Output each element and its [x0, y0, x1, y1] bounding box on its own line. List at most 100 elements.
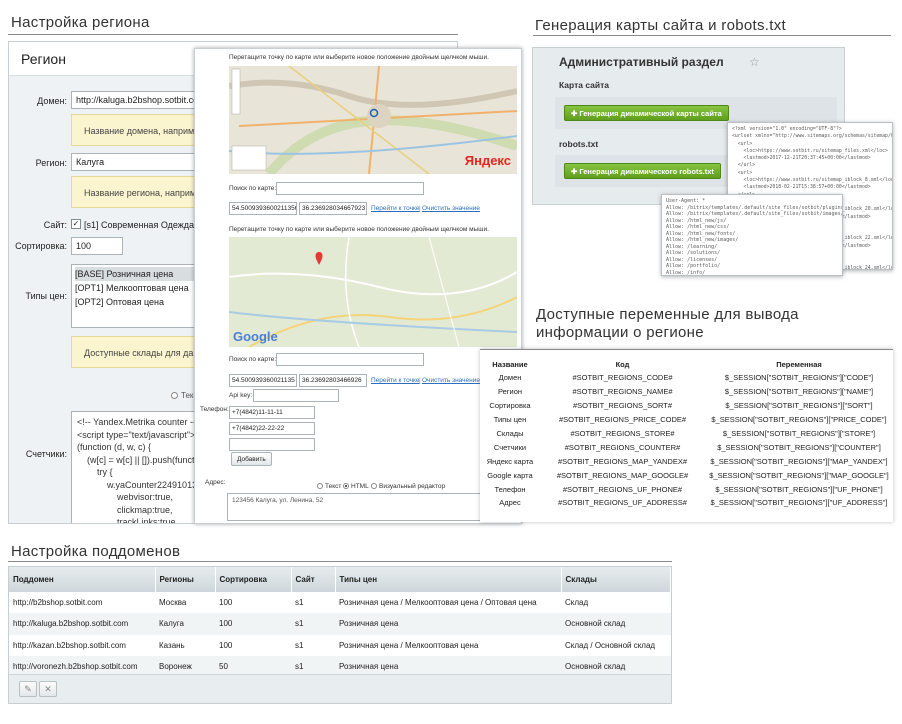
goto-point-link-1[interactable]: Перейти к точке: [371, 205, 420, 212]
cell: 100: [219, 598, 233, 608]
mode-visual-radio[interactable]: [371, 483, 377, 489]
variables-title-line1: Доступные переменные для вывода: [536, 306, 799, 323]
map-search-input-1[interactable]: [276, 182, 424, 195]
sitemap-title: Генерация карты сайта и robots.txt: [535, 17, 786, 34]
latitude-input-2[interactable]: 54.500939360021135: [229, 374, 297, 387]
latitude-input-1[interactable]: 54.5009393600211356: [229, 202, 297, 215]
table-row: Адрес #SOTBIT_REGIONS_UF_ADDRESS# $_SESSIO…: [480, 496, 893, 510]
cell: $_SESSION["SOTBIT_REGIONS"]["CODE"]: [724, 373, 874, 383]
table-row: Google карта #SOTBIT_REGIONS_MAP_GOOGLE# $…: [480, 468, 893, 482]
pencil-icon[interactable]: ✎: [19, 681, 37, 697]
counters-label: Счетчики:: [25, 449, 67, 459]
cell: #SOTBIT_REGIONS_NAME#: [572, 387, 673, 397]
cell: Сортировка: [489, 401, 531, 411]
map-settings-panel: Перетащите точку по карте или выберите н…: [194, 48, 522, 524]
phone-input-1[interactable]: +7(4842)11-11-11: [229, 406, 315, 419]
yandex-logo-text: Яндекс: [464, 153, 511, 168]
longitude-input-2[interactable]: 36.23692803466926: [299, 374, 367, 387]
map-search-input-2[interactable]: [276, 353, 424, 366]
cell: Розничная цена: [335, 613, 561, 635]
admin-section-title: Административный раздел: [559, 55, 724, 69]
cell: Склады: [496, 429, 524, 438]
table-row: Регион #SOTBIT_REGIONS_NAME# $_SESSION["SO…: [480, 385, 893, 399]
map-search-label-1: Поиск по карте:: [229, 185, 277, 192]
divider: [533, 35, 891, 36]
sort-label: Сортировка:: [15, 241, 67, 251]
table-row: Сортировка #SOTBIT_REGIONS_SORT# $_SESSION…: [480, 399, 893, 413]
generate-robots-button[interactable]: ✚ Генерация динамического robots.txt: [564, 163, 721, 179]
cell: $_SESSION["SOTBIT_REGIONS"]["STORE"]: [722, 429, 876, 438]
price-type-option[interactable]: [BASE] Розничная цена: [75, 267, 207, 281]
cell: Розничная цена / Мелкооптовая цена / Опт…: [339, 598, 537, 608]
generate-sitemap-label: Генерация динамической карты сайта: [579, 109, 722, 118]
add-phone-button[interactable]: Добавить: [231, 452, 272, 466]
cell: Яндекс карта: [486, 456, 534, 466]
counters-textarea[interactable]: <!-- Yandex.Metrika counter --> <script …: [71, 411, 211, 523]
price-types-list[interactable]: [BASE] Розничная цена [OPT1] Мелкооптова…: [71, 264, 211, 328]
price-type-option[interactable]: [OPT1] Мелкооптовая цена: [75, 281, 207, 295]
region-hint: Название региона, например: [71, 176, 211, 208]
mode-text-radio[interactable]: [317, 483, 323, 489]
column-header-subdomain[interactable]: Поддомен: [9, 567, 156, 592]
region-settings-title: Настройка региона: [11, 14, 150, 31]
column-header-sort[interactable]: Сортировка: [215, 567, 292, 592]
cell: #SOTBIT_REGIONS_CODE#: [572, 373, 673, 383]
generate-robots-label: Генерация динамического robots.txt: [579, 167, 714, 176]
site-label: Сайт:: [43, 220, 67, 230]
site-checkbox[interactable]: ✓: [71, 219, 81, 229]
cell: Телефон: [494, 484, 526, 494]
google-logo: Google: [233, 329, 278, 344]
table-row[interactable]: http://kazan.b2bshop.sotbit.com Казань 100…: [9, 635, 671, 656]
longitude-input-1[interactable]: 36.236928034667923: [299, 202, 367, 215]
goto-point-link-2[interactable]: Перейти к точке: [371, 377, 420, 384]
subdomains-panel: Поддомен Регионы Сортировка Сайт Типы це…: [8, 566, 672, 704]
generate-sitemap-button[interactable]: ✚ Генерация динамической карты сайта: [564, 105, 729, 121]
yandex-map[interactable]: Яндекс: [229, 66, 517, 174]
domain-input[interactable]: http://kaluga.b2bshop.sotbit.com: [71, 91, 211, 109]
price-type-option[interactable]: [OPT2] Оптовая цена: [75, 295, 207, 309]
mode-html-radio[interactable]: [343, 483, 349, 489]
phone-label: Телефон:: [200, 406, 229, 413]
cell: Склад: [565, 598, 589, 608]
phone-input-3[interactable]: [229, 438, 315, 451]
sort-input[interactable]: 100: [71, 237, 123, 255]
cell: $_SESSION["SOTBIT_REGIONS"]["SORT"]: [725, 401, 873, 411]
address-textarea[interactable]: 123456 Калуга, ул. Ленина, 52: [227, 493, 515, 521]
cell: Склад / Основной склад: [565, 640, 656, 650]
column-header-price-types[interactable]: Типы цен: [335, 567, 562, 592]
table-row[interactable]: http://kaluga.b2bshop.sotbit.com Калуга 10…: [9, 613, 671, 635]
map-instruction-1: Перетащите точку по карте или выберите н…: [229, 54, 489, 61]
robots-label: robots.txt: [559, 139, 599, 149]
mode-text-label: Текст: [325, 483, 342, 490]
cell: Типы цен: [493, 415, 527, 425]
region-input[interactable]: Калуга: [71, 153, 211, 171]
text-radio[interactable]: [171, 392, 178, 399]
cell: Google карта: [487, 470, 533, 480]
cell: $_SESSION["SOTBIT_REGIONS"]["NAME"]: [724, 387, 874, 397]
cell: 100: [215, 613, 291, 635]
clear-value-link-2[interactable]: Очистить значение: [422, 377, 480, 384]
cell: $_SESSION["SOTBIT_REGIONS"]["MAP_YANDEX"…: [710, 456, 888, 466]
table-row: Склады #SOTBIT_REGIONS_STORE# $_SESSION["S…: [480, 427, 893, 441]
close-icon[interactable]: ✕: [39, 681, 57, 697]
cell: 100: [219, 640, 233, 650]
subdomains-table: Поддомен Регионы Сортировка Сайт Типы це…: [9, 567, 671, 678]
column-header: Переменная: [776, 360, 822, 369]
robots-txt-preview: User-Agent: * Allow: /bitrix/templates/.…: [661, 194, 843, 276]
table-row[interactable]: http://b2bshop.sotbit.com Москва 100 s1 Розн…: [9, 592, 671, 613]
cell: Москва: [159, 598, 187, 608]
cell: s1: [295, 598, 304, 608]
phone-input-2[interactable]: +7(4842)22-22-22: [229, 422, 315, 435]
api-key-input[interactable]: [253, 389, 339, 402]
google-map[interactable]: Google: [229, 237, 517, 347]
map-search-label-2: Поиск по карте:: [229, 356, 277, 363]
cell: Регион: [497, 387, 523, 397]
link-separator: |: [419, 377, 421, 384]
star-icon[interactable]: ☆: [749, 55, 760, 69]
column-header-regions[interactable]: Регионы: [155, 567, 216, 592]
cell: #SOTBIT_REGIONS_SORT#: [572, 401, 673, 411]
column-header-site[interactable]: Сайт: [291, 567, 336, 592]
column-header-stores[interactable]: Склады: [561, 567, 671, 592]
clear-value-link-1[interactable]: Очистить значение: [422, 205, 480, 212]
cell: $_SESSION["SOTBIT_REGIONS"]["MAP_GOOGLE"…: [709, 470, 889, 480]
